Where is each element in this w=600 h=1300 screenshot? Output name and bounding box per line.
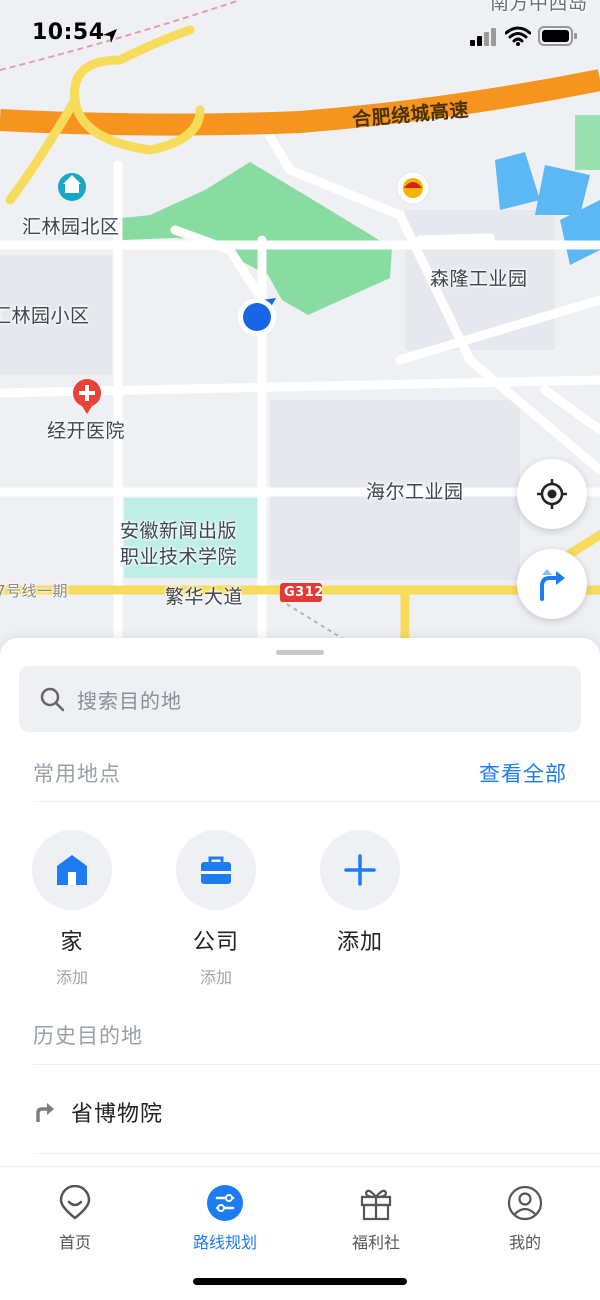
- divider: [33, 1064, 600, 1065]
- battery-icon: [538, 26, 577, 46]
- map-label-senlong: 森隆工业园: [430, 268, 528, 290]
- map-label-g312: G312: [284, 585, 324, 600]
- tab-mine-label: 我的: [508, 1233, 541, 1252]
- status-bar: 10:54: [0, 0, 600, 70]
- route-plan-icon: [207, 1185, 243, 1221]
- map-label-haier: 海尔工业园: [366, 481, 464, 503]
- history-title: 历史目的地: [33, 1024, 143, 1048]
- map-label-fanhua: 繁华大道: [165, 586, 244, 608]
- place-home-name: 家: [60, 930, 84, 955]
- history-item-name: 省博物院: [71, 1102, 164, 1127]
- home-pin-icon: [59, 1184, 91, 1220]
- search-input[interactable]: 搜索目的地: [19, 666, 581, 732]
- search-icon: [40, 687, 65, 712]
- briefcase-icon: [201, 856, 231, 884]
- home-indicator: [193, 1278, 407, 1285]
- profile-icon: [507, 1185, 543, 1221]
- current-location-icon: [238, 298, 276, 336]
- map-label-hospital: 经开医院: [47, 420, 126, 442]
- cellular-signal-icon: [470, 28, 496, 46]
- plus-icon: [344, 854, 376, 886]
- turn-arrow-icon: [36, 1103, 54, 1122]
- place-company-name: 公司: [192, 930, 239, 955]
- wifi-icon: [505, 26, 531, 46]
- location-arrow-icon: [103, 29, 117, 43]
- history-item[interactable]: 省博物院: [33, 1096, 163, 1128]
- tab-route-plan-label: 路线规划: [192, 1233, 257, 1252]
- place-home-sub: 添加: [55, 968, 88, 987]
- place-add-name: 添加: [336, 930, 383, 955]
- place-company[interactable]: 公司 添加: [176, 830, 256, 988]
- tab-welfare-label: 福利社: [351, 1233, 400, 1252]
- home-icon: [57, 855, 87, 885]
- tab-home-label: 首页: [58, 1233, 91, 1252]
- tab-welfare[interactable]: 福利社: [321, 1185, 431, 1253]
- map-label-huilinyuan-north: 汇林园北区: [22, 216, 120, 238]
- view-all-link[interactable]: 查看全部: [479, 758, 567, 788]
- map-label-school-1: 安徽新闻出版: [120, 520, 238, 542]
- crosshair-icon: [537, 479, 567, 509]
- gas-station-pin-icon: [396, 171, 430, 205]
- place-home[interactable]: 家 添加: [32, 830, 112, 988]
- status-time: 10:54: [32, 20, 105, 45]
- search-placeholder: 搜索目的地: [77, 688, 182, 713]
- map-canvas: [0, 0, 600, 650]
- map-view[interactable]: 南方中西岛 合肥绕城高速 汇林园北区 森隆工业园 汇林园小区 经开医院 海尔工业…: [0, 0, 600, 650]
- map-label-school-2: 职业技术学院: [120, 546, 238, 568]
- gift-icon: [360, 1189, 392, 1221]
- place-home-circle: [32, 830, 112, 910]
- map-label-huilinyuan: 汇林园小区: [0, 305, 90, 327]
- turn-right-arrow-icon: [540, 569, 565, 601]
- route-button[interactable]: [517, 549, 587, 619]
- divider: [33, 801, 600, 802]
- residential-pin-icon: [58, 173, 86, 201]
- place-company-sub: 添加: [199, 968, 232, 987]
- divider: [33, 1153, 600, 1154]
- place-add-circle: [320, 830, 400, 910]
- tab-route-plan[interactable]: 路线规划: [170, 1185, 280, 1253]
- locate-button[interactable]: [517, 459, 587, 529]
- map-label-line7: 7号线一期: [0, 582, 69, 600]
- tab-home[interactable]: 首页: [20, 1184, 130, 1253]
- place-company-circle: [176, 830, 256, 910]
- place-add[interactable]: 添加: [320, 830, 400, 956]
- sheet-grabber[interactable]: [276, 650, 324, 655]
- frequent-places-title: 常用地点: [33, 762, 121, 786]
- tab-mine[interactable]: 我的: [470, 1185, 580, 1253]
